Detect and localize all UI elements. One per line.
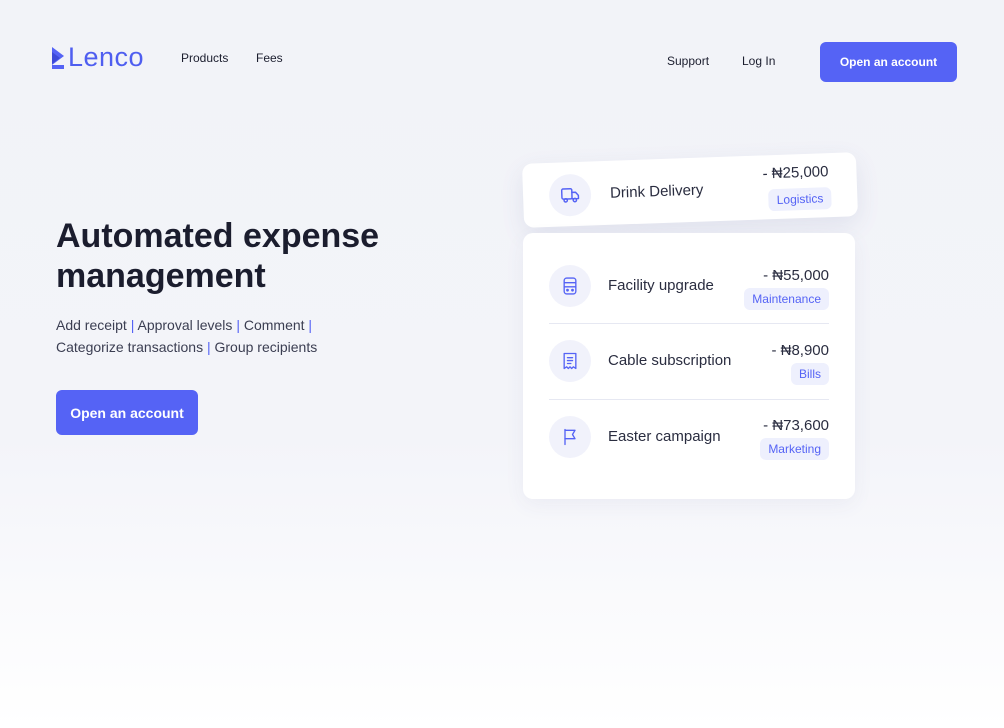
feature-group-recipients: Group recipients (214, 339, 318, 355)
hero-title: Automated expense management (56, 216, 456, 296)
feature-separator: | (308, 317, 313, 333)
transaction-icon-wrap (549, 265, 591, 307)
hero-open-account-button[interactable]: Open an account (56, 390, 198, 435)
transaction-amount: - ₦25,000 (762, 163, 829, 183)
transaction-title: Cable subscription (608, 352, 732, 369)
transaction-title: Facility upgrade (608, 277, 714, 294)
row-divider (549, 399, 829, 400)
feature-approval-levels: Approval levels (137, 317, 233, 333)
transactions-card: Facility upgrade - ₦55,000 Maintenance C… (523, 233, 855, 499)
nav-support[interactable]: Support (667, 54, 709, 68)
category-tag: Logistics (768, 187, 832, 212)
transaction-row: Cable subscription - ₦8,900 Bills (549, 332, 829, 392)
transaction-amount: - ₦8,900 (771, 342, 829, 359)
hero-title-line2: management (56, 257, 266, 295)
feature-add-receipt: Add receipt (56, 317, 127, 333)
brand-name: Lenco (68, 42, 145, 72)
row-divider (549, 323, 829, 324)
feature-comment: Comment (243, 317, 305, 333)
nav-login[interactable]: Log In (742, 54, 775, 68)
hero-title-line1: Automated expense (56, 217, 380, 255)
header-open-account-button[interactable]: Open an account (820, 42, 957, 82)
transaction-icon-wrap (549, 416, 591, 458)
site-header: Lenco Products Fees Support Log In Open … (0, 0, 1004, 110)
transaction-amount: - ₦73,600 (763, 417, 829, 434)
flag-icon (564, 428, 576, 446)
truck-icon (560, 188, 580, 203)
category-tag: Bills (790, 363, 829, 385)
lenco-logo[interactable]: Lenco (50, 42, 144, 73)
nav-products[interactable]: Products (181, 51, 228, 65)
hero-feature-list: Add receipt | Approval levels | Comment … (56, 314, 376, 358)
feature-separator: | (236, 317, 240, 333)
nav-fees[interactable]: Fees (256, 51, 283, 65)
transaction-title: Drink Delivery (609, 181, 704, 202)
transaction-icon-wrap (548, 173, 592, 217)
transaction-row: Easter campaign - ₦73,600 Marketing (549, 408, 829, 468)
building-icon (563, 277, 577, 295)
transaction-icon-wrap (549, 340, 591, 382)
feature-separator: | (206, 339, 211, 355)
transaction-title: Easter campaign (608, 428, 721, 445)
logo-mark-icon (52, 46, 64, 69)
receipt-icon (563, 352, 577, 370)
category-tag: Marketing (760, 438, 829, 460)
featured-transaction-card: Drink Delivery - ₦25,000 Logistics (521, 152, 859, 228)
category-tag: Maintenance (744, 288, 829, 310)
feature-categorize-transactions: Categorize transactions (56, 339, 204, 355)
feature-separator: | (130, 317, 135, 333)
transaction-amount: - ₦55,000 (763, 267, 829, 284)
transaction-row: Facility upgrade - ₦55,000 Maintenance (549, 257, 829, 317)
